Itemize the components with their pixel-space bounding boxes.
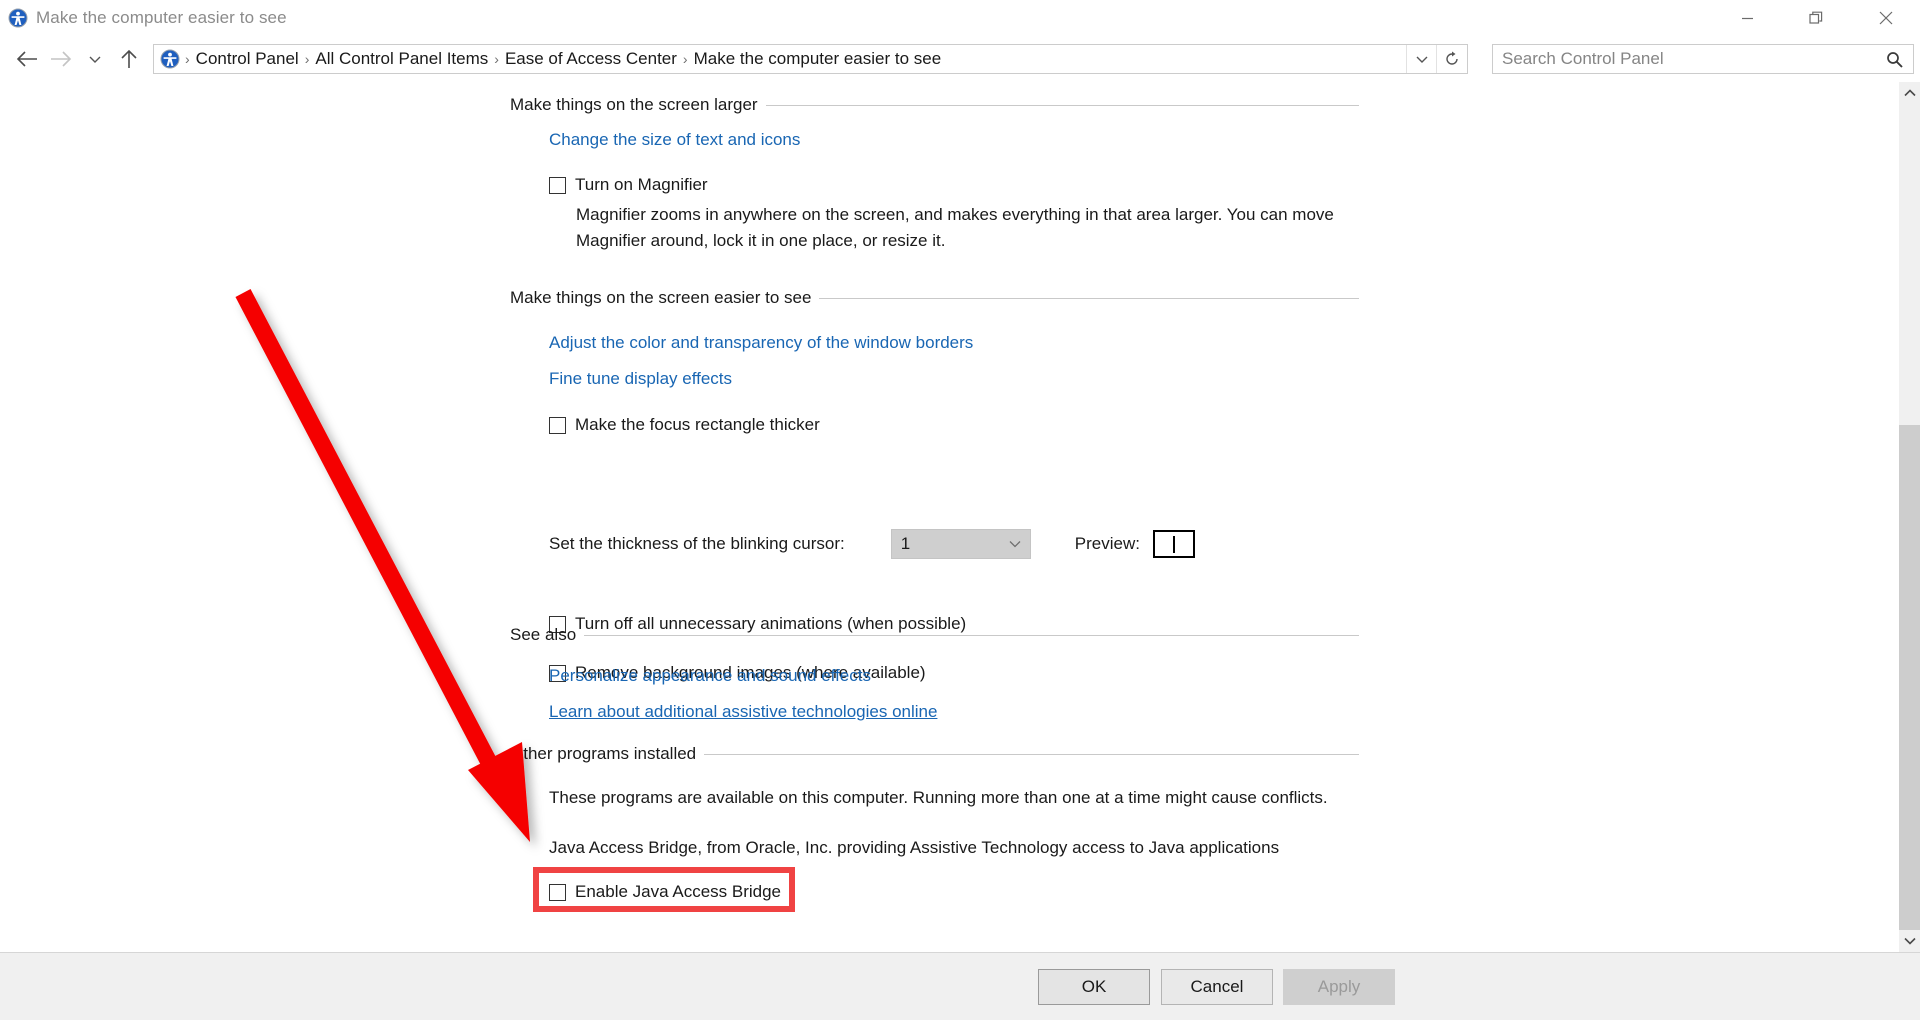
link-change-size-of-text-and-icons[interactable]: Change the size of text and icons [549, 130, 800, 150]
breadcrumb-item-control-panel[interactable]: Control Panel [191, 49, 304, 69]
cursor-thickness-row: Set the thickness of the blinking cursor… [549, 529, 1195, 559]
other-programs-description: These programs are available on this com… [549, 785, 1379, 811]
restore-button[interactable] [1782, 0, 1851, 36]
refresh-icon [1444, 51, 1460, 67]
chevron-down-icon [1904, 937, 1916, 945]
cursor-thickness-dropdown[interactable]: 1 [891, 529, 1031, 559]
forward-arrow-icon [50, 50, 72, 68]
minimize-icon [1741, 12, 1754, 25]
up-button[interactable] [112, 42, 146, 76]
section-make-things-larger: Make things on the screen larger [510, 95, 1359, 115]
section-title: Other programs installed [510, 744, 704, 764]
search-icon[interactable] [1886, 51, 1903, 68]
link-learn-assistive-technologies[interactable]: Learn about additional assistive technol… [549, 702, 937, 722]
checkbox-label: Enable Java Access Bridge [575, 882, 781, 902]
section-title: See also [510, 625, 584, 645]
section-header: Other programs installed [510, 744, 1359, 764]
cursor-thickness-label: Set the thickness of the blinking cursor… [549, 534, 845, 554]
breadcrumb-item-ease-of-access-center[interactable]: Ease of Access Center [500, 49, 682, 69]
breadcrumb-separator: › [304, 52, 311, 66]
magnifier-description: Magnifier zooms in anywhere on the scree… [576, 202, 1396, 254]
section-header: See also [510, 625, 1359, 645]
chevron-down-icon [1009, 540, 1021, 548]
address-bar[interactable]: › Control Panel › All Control Panel Item… [153, 44, 1468, 74]
cursor-thickness-value: 1 [901, 534, 910, 554]
scroll-thumb[interactable] [1899, 425, 1920, 930]
checkbox-label: Turn on Magnifier [575, 175, 708, 195]
breadcrumb: › Control Panel › All Control Panel Item… [184, 49, 946, 69]
cursor-caret [1173, 536, 1175, 553]
minimize-button[interactable] [1713, 0, 1782, 36]
refresh-button[interactable] [1436, 45, 1467, 73]
chevron-down-icon [89, 55, 101, 64]
link-adjust-color-transparency[interactable]: Adjust the color and transparency of the… [549, 333, 973, 353]
section-title: Make things on the screen larger [510, 95, 766, 115]
window-title: Make the computer easier to see [36, 8, 287, 28]
link-fine-tune-display-effects[interactable]: Fine tune display effects [549, 369, 732, 389]
section-see-also: See also [510, 625, 1359, 645]
section-divider [766, 105, 1359, 106]
ease-of-access-icon [8, 8, 28, 28]
close-button[interactable] [1851, 0, 1920, 36]
chevron-up-icon [1904, 89, 1916, 97]
section-header: Make things on the screen larger [510, 95, 1359, 115]
checkbox-row-focus-rectangle-thicker[interactable]: Make the focus rectangle thicker [549, 415, 820, 435]
cancel-button[interactable]: Cancel [1161, 969, 1273, 1005]
close-icon [1879, 11, 1893, 25]
checkbox-row-enable-java-access-bridge[interactable]: Enable Java Access Bridge [549, 882, 781, 902]
breadcrumb-item-current[interactable]: Make the computer easier to see [689, 49, 947, 69]
vertical-scrollbar[interactable] [1898, 82, 1920, 952]
checkbox-focus-rectangle-thicker[interactable] [549, 417, 566, 434]
search-box[interactable] [1492, 44, 1914, 74]
ok-button[interactable]: OK [1038, 969, 1150, 1005]
forward-button [44, 42, 78, 76]
scroll-up-button[interactable] [1899, 82, 1920, 104]
checkbox-row-turn-on-magnifier[interactable]: Turn on Magnifier [549, 175, 708, 195]
ease-of-access-icon [160, 49, 180, 69]
section-title: Make things on the screen easier to see [510, 288, 819, 308]
command-bar: OK Cancel Apply [0, 952, 1920, 1020]
back-button[interactable] [10, 42, 44, 76]
checkbox-enable-java-access-bridge[interactable] [549, 884, 566, 901]
search-input[interactable] [1502, 49, 1862, 69]
section-header: Make things on the screen easier to see [510, 288, 1359, 308]
java-access-bridge-description: Java Access Bridge, from Oracle, Inc. pr… [549, 835, 1379, 861]
section-divider [704, 754, 1359, 755]
breadcrumb-item-all-control-panel-items[interactable]: All Control Panel Items [310, 49, 493, 69]
section-divider [584, 635, 1359, 636]
cursor-preview-box [1153, 530, 1195, 558]
section-other-programs-installed: Other programs installed [510, 744, 1359, 764]
apply-button: Apply [1283, 969, 1395, 1005]
address-dropdown-button[interactable] [1406, 45, 1436, 73]
preview-label: Preview: [1075, 534, 1140, 554]
breadcrumb-separator: › [184, 52, 191, 66]
recent-locations-button[interactable] [78, 42, 112, 76]
title-bar: Make the computer easier to see [0, 0, 1920, 36]
breadcrumb-separator: › [493, 52, 500, 66]
section-divider [819, 298, 1359, 299]
checkbox-label: Make the focus rectangle thicker [575, 415, 820, 435]
up-arrow-icon [120, 49, 138, 69]
checkbox-turn-on-magnifier[interactable] [549, 177, 566, 194]
link-personalize-appearance-and-sound[interactable]: Personalize appearance and sound effects [549, 666, 871, 686]
scroll-down-button[interactable] [1899, 930, 1920, 952]
window-controls [1713, 0, 1920, 36]
chevron-down-icon [1416, 55, 1428, 64]
section-make-things-easier-to-see: Make things on the screen easier to see [510, 288, 1359, 308]
breadcrumb-separator: › [682, 52, 689, 66]
back-arrow-icon [16, 50, 38, 68]
restore-icon [1809, 11, 1824, 26]
settings-content: Make things on the screen larger Change … [0, 82, 1898, 952]
